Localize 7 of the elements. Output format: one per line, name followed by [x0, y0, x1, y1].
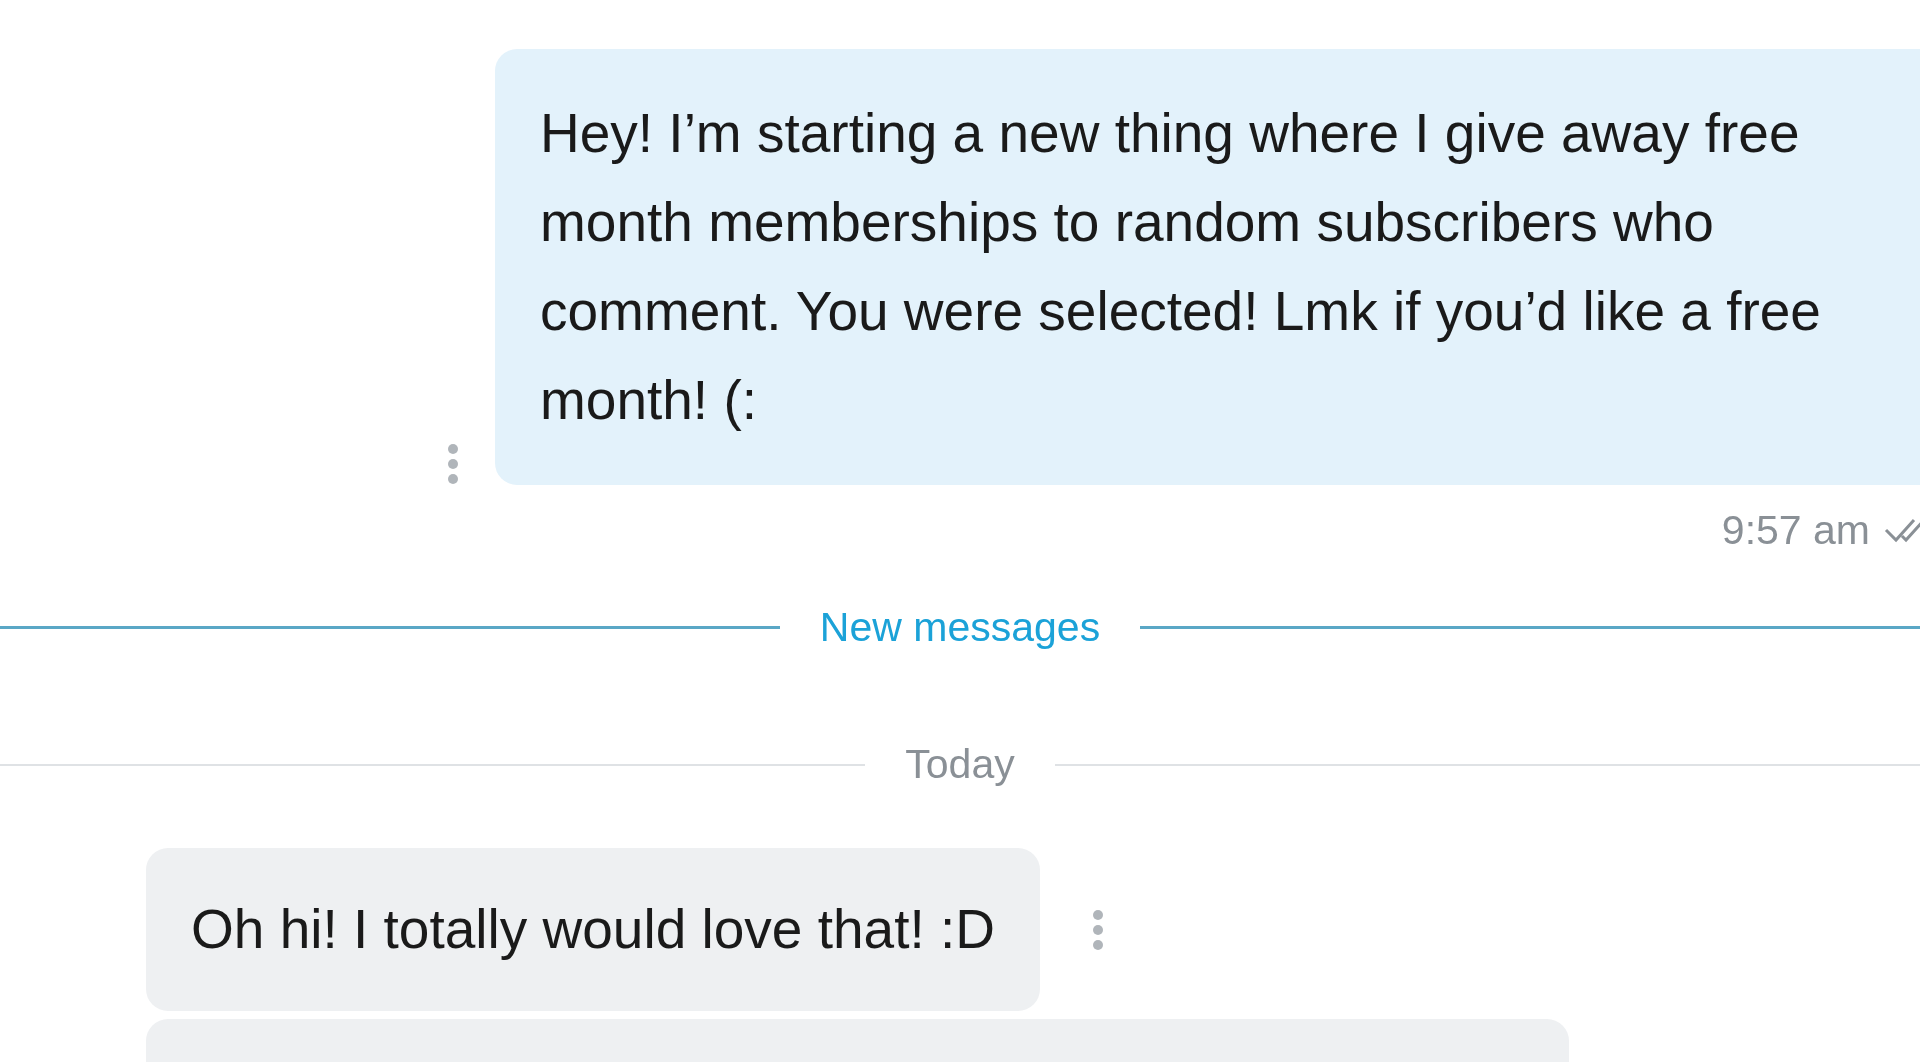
message-text: Hey! I’m starting a new thing where I give away free month memberships to random subscribers who comment. You were selected! Lmk if you’d like a free month! (: — [540, 101, 1822, 433]
message-time: 9:57 am — [1721, 507, 1870, 554]
new-messages-label: New messages — [819, 604, 1101, 651]
more-options-icon[interactable] — [447, 443, 459, 485]
more-options-icon[interactable] — [1092, 908, 1104, 951]
message-text: Oh hi! I totally would love that! :D — [191, 897, 995, 962]
date-label: Today — [905, 741, 1015, 788]
